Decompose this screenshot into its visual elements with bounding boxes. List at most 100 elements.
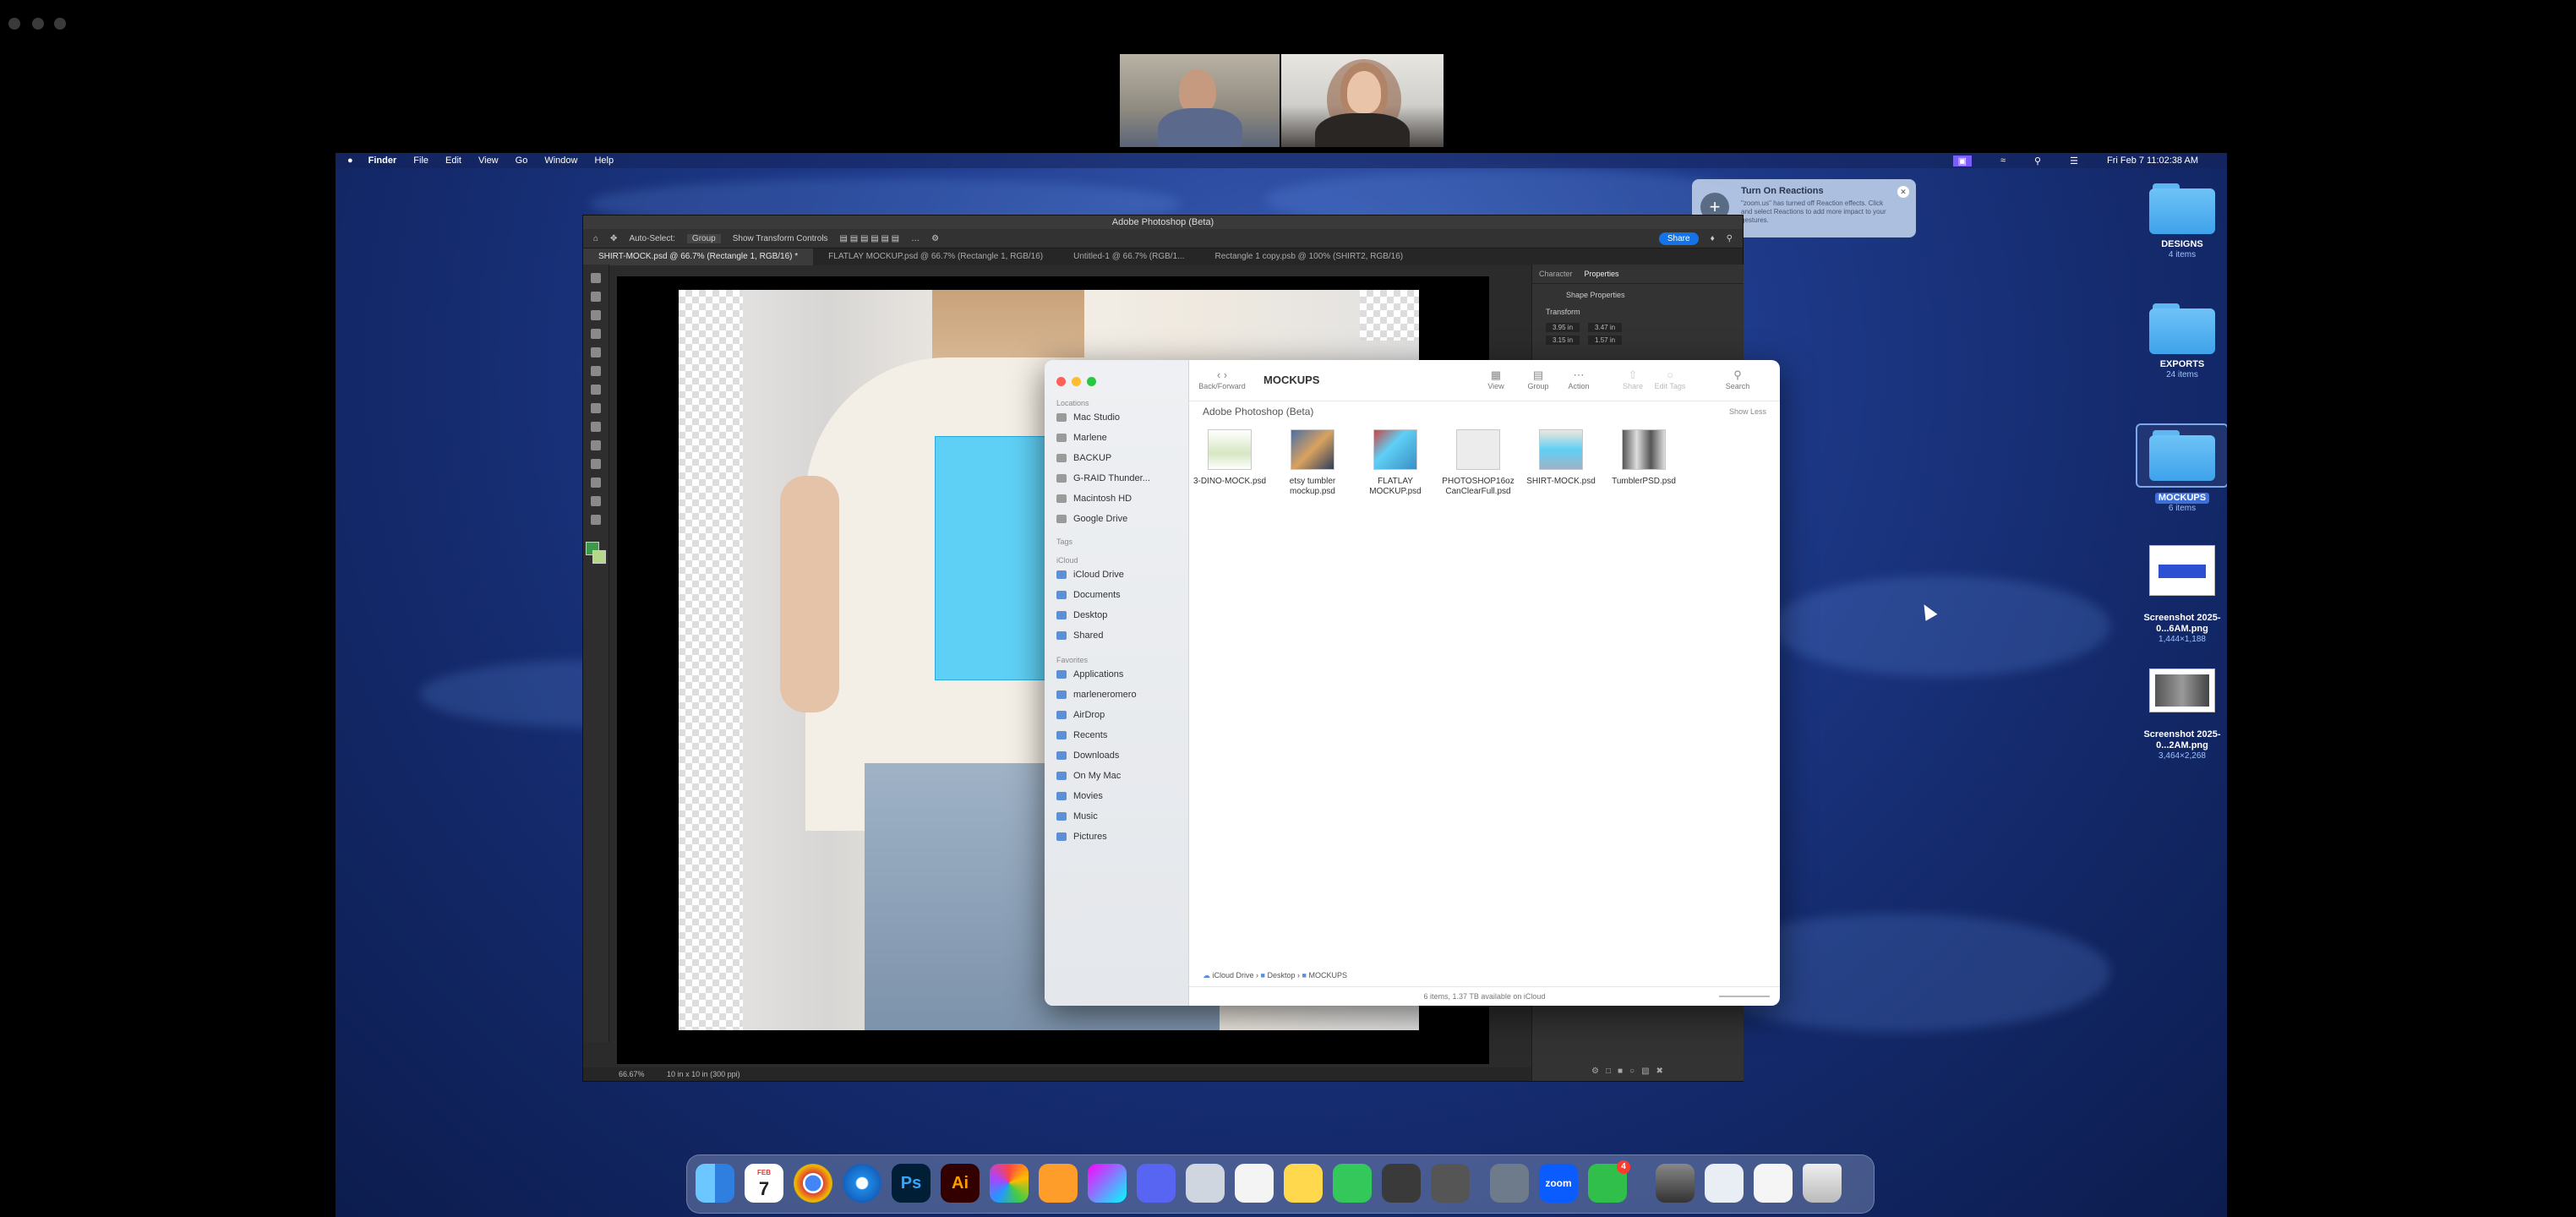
trash-icon[interactable] (1803, 1164, 1842, 1203)
chrome-app-icon[interactable] (794, 1164, 832, 1203)
view-button[interactable]: ▦ View (1476, 368, 1515, 390)
stamp-tool-icon[interactable] (591, 385, 601, 395)
sidebar-item-music[interactable]: Music (1056, 811, 1098, 821)
zoom-tool-icon[interactable] (591, 515, 601, 525)
sidebar-item-recents[interactable]: Recents (1056, 730, 1107, 740)
recent-window-thumbnail[interactable] (1656, 1164, 1695, 1203)
sidebar-item-macintosh-hd[interactable]: Macintosh HD (1056, 494, 1132, 504)
desktop-folder-designs[interactable]: DESIGNS 4 items (2136, 183, 2227, 260)
desktop-screenshot-2[interactable]: Screenshot 2025-0...2AM.png 3,464×2,268 (2136, 669, 2227, 761)
window-minimize-dot[interactable] (32, 18, 44, 30)
icon-size-slider[interactable] (1719, 996, 1770, 997)
sidebar-item-shared[interactable]: Shared (1056, 630, 1103, 641)
color-swatches[interactable] (586, 542, 606, 564)
finder-window[interactable]: Locations Mac Studio Marlene BACKUP G-RA… (1045, 360, 1780, 1006)
bell-icon[interactable]: ♦ (1711, 234, 1715, 243)
move-tool-icon[interactable] (591, 273, 601, 283)
home-icon[interactable]: ⌂ (593, 234, 598, 243)
settings-icon[interactable]: ⚙ (931, 234, 939, 243)
sidebar-item-marleneromero[interactable]: marleneromero (1056, 690, 1137, 700)
safari-app-icon[interactable] (843, 1164, 881, 1203)
file-item[interactable]: SHIRT-MOCK.psd (1520, 429, 1602, 487)
window-close-dot[interactable] (8, 18, 20, 30)
show-less-link[interactable]: Show Less (1729, 407, 1766, 416)
menu-edit[interactable]: Edit (445, 156, 461, 166)
calendar-app-icon[interactable]: FEB 7 (745, 1164, 783, 1203)
desktop-screenshot-1[interactable]: Screenshot 2025-0...6AM.png 1,444×1,188 (2136, 545, 2227, 645)
preview-app-icon[interactable] (1186, 1164, 1225, 1203)
move-tool-icon[interactable]: ✥ (610, 234, 617, 243)
crop-tool-icon[interactable] (591, 329, 601, 339)
pages-app-icon[interactable] (1039, 1164, 1078, 1203)
finder-app-icon[interactable] (696, 1164, 734, 1203)
menu-help[interactable]: Help (594, 156, 614, 166)
apple-icon[interactable]: ● (347, 156, 353, 166)
search-button[interactable]: ⚲ Search (1718, 368, 1757, 390)
auto-select-checkbox[interactable]: Auto-Select: (629, 234, 674, 243)
shape-tool-icon[interactable] (591, 478, 601, 488)
facetime-app-icon[interactable]: 4 (1588, 1160, 1630, 1203)
action-button[interactable]: ⋯ Action (1559, 368, 1598, 390)
sidebar-item-g-raid[interactable]: G-RAID Thunder... (1056, 473, 1150, 483)
menu-app-name[interactable]: Finder (368, 156, 397, 166)
eraser-tool-icon[interactable] (591, 403, 601, 413)
participant-video-1[interactable] (1120, 54, 1280, 147)
sidebar-item-applications[interactable]: Applications (1056, 669, 1123, 679)
recent-window-thumbnail[interactable] (1705, 1164, 1744, 1203)
zoom-status-icon[interactable]: ▣ (1952, 156, 1972, 166)
notes-app-icon[interactable] (1284, 1164, 1323, 1203)
sidebar-item-desktop[interactable]: Desktop (1056, 610, 1107, 620)
file-item[interactable]: FLATLAY MOCKUP.psd (1355, 429, 1436, 497)
photoshop-app-icon[interactable]: Ps (892, 1164, 931, 1203)
tab-character[interactable]: Character (1539, 270, 1573, 278)
menu-window[interactable]: Window (544, 156, 577, 166)
menu-view[interactable]: View (478, 156, 499, 166)
menu-file[interactable]: File (413, 156, 428, 166)
discord-app-icon[interactable] (1137, 1164, 1176, 1203)
calculator-app-icon[interactable] (1431, 1164, 1470, 1203)
zoom-button[interactable] (1087, 377, 1096, 386)
sidebar-item-documents[interactable]: Documents (1056, 590, 1121, 600)
width-field[interactable]: 3.95 in (1546, 323, 1580, 332)
photoshop-titlebar[interactable]: Adobe Photoshop (Beta) (583, 216, 1743, 229)
sidebar-item-backup[interactable]: BACKUP (1056, 453, 1111, 463)
desktop-folder-exports[interactable]: EXPORTS 24 items (2136, 303, 2227, 380)
sidebar-item-marlene[interactable]: Marlene (1056, 433, 1107, 443)
textedit-app-icon[interactable] (1235, 1164, 1274, 1203)
file-item[interactable]: PHOTOSHOP16oz CanClearFull.psd (1438, 429, 1519, 497)
share-button[interactable]: ⇧ Share (1613, 368, 1652, 390)
menu-clock[interactable]: Fri Feb 7 11:02:38 AM (2107, 156, 2198, 166)
file-item[interactable]: TumblerPSD.psd (1603, 429, 1684, 487)
type-tool-icon[interactable] (591, 459, 601, 469)
align-icons[interactable]: ▤ ▤ ▤ ▤ ▤ ▤ (840, 234, 900, 243)
sidebar-item-downloads[interactable]: Downloads (1056, 750, 1119, 761)
illustrator-app-icon[interactable]: Ai (941, 1164, 980, 1203)
eyedropper-tool-icon[interactable] (591, 347, 601, 357)
sidebar-item-mac-studio[interactable]: Mac Studio (1056, 412, 1120, 423)
zoom-level[interactable]: 66.67% (619, 1070, 645, 1078)
x-field[interactable]: 3.15 in (1546, 336, 1580, 345)
more-icon[interactable]: … (911, 234, 920, 243)
search-icon[interactable]: ⚲ (1727, 234, 1733, 243)
tab-properties[interactable]: Properties (1585, 270, 1619, 278)
file-item[interactable]: etsy tumbler mockup.psd (1272, 429, 1353, 497)
hand-tool-icon[interactable] (591, 496, 601, 506)
sidebar-item-airdrop[interactable]: AirDrop (1056, 710, 1105, 720)
pen-tool-icon[interactable] (591, 440, 601, 450)
height-field[interactable]: 3.47 in (1588, 323, 1623, 332)
font-book-app-icon[interactable] (1490, 1164, 1529, 1203)
show-transform-checkbox[interactable]: Show Transform Controls (733, 234, 828, 243)
y-field[interactable]: 1.57 in (1588, 336, 1623, 345)
utility-app-icon[interactable] (1382, 1164, 1421, 1203)
minimize-button[interactable] (1072, 377, 1081, 386)
sidebar-item-on-my-mac[interactable]: On My Mac (1056, 771, 1121, 781)
desktop-folder-mockups[interactable]: MOCKUPS 6 items (2136, 423, 2227, 514)
sidebar-item-google-drive[interactable]: Google Drive (1056, 514, 1127, 524)
photos-app-icon[interactable] (990, 1164, 1029, 1203)
layers-footer-icons[interactable]: ⚙□■○▧✖ (1591, 1067, 1670, 1076)
participant-video-2[interactable] (1281, 54, 1444, 147)
path-item[interactable]: Desktop (1268, 971, 1296, 980)
brush-tool-icon[interactable] (591, 366, 601, 376)
recent-window-thumbnail[interactable] (1754, 1164, 1793, 1203)
zoom-app-icon[interactable]: zoom (1539, 1164, 1578, 1203)
